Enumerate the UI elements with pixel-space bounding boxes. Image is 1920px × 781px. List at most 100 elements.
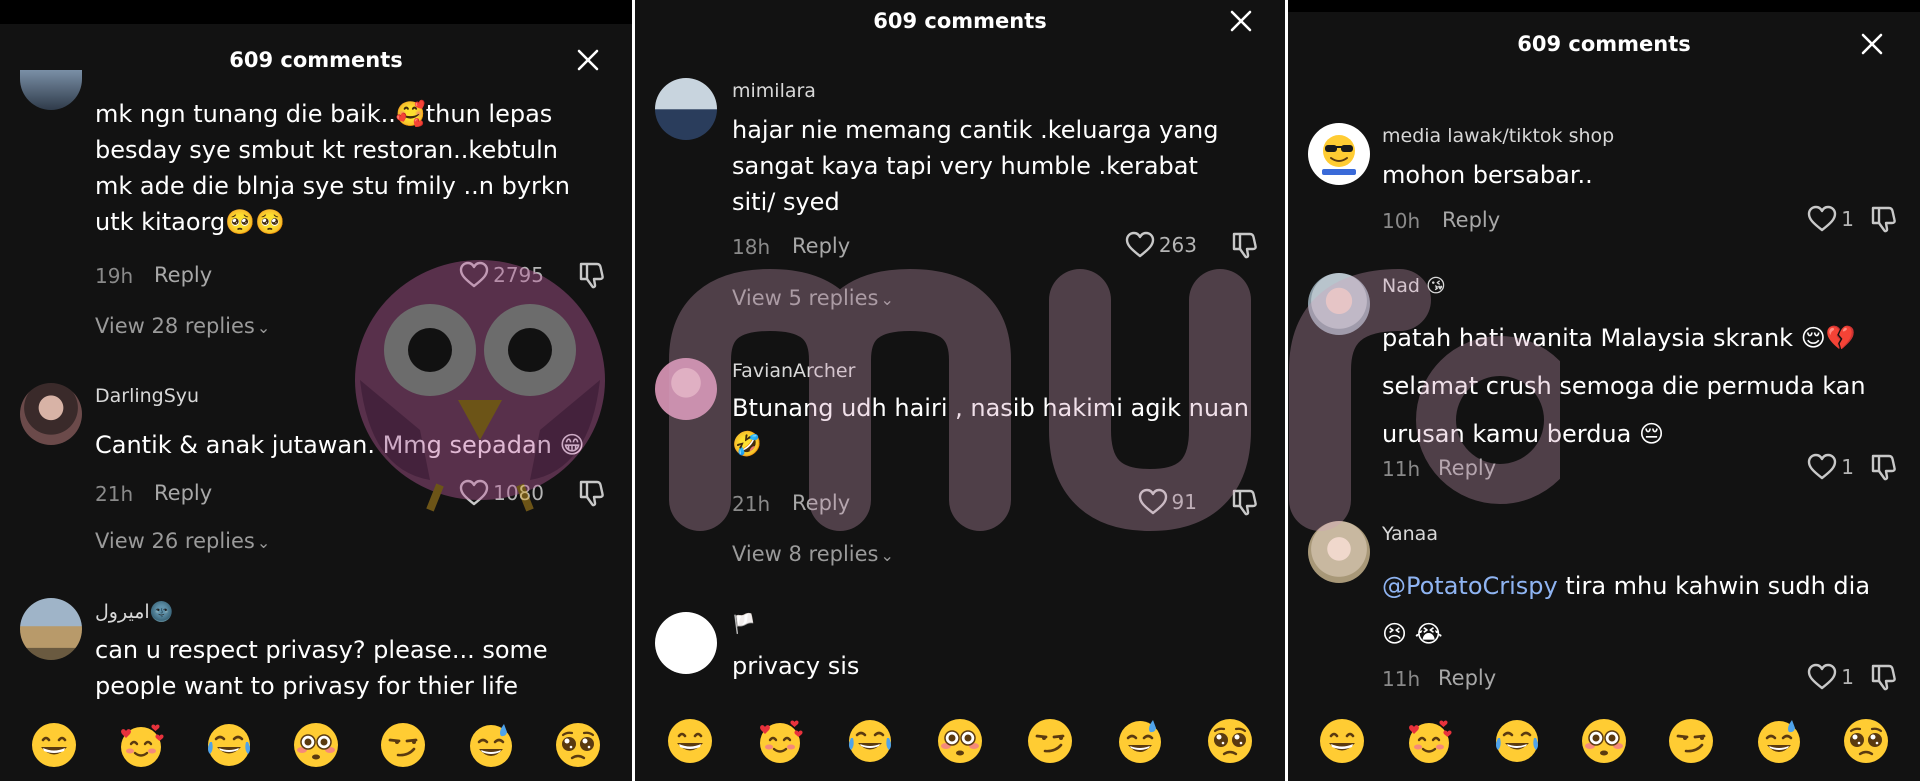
emoji-sweat-smile-icon[interactable] xyxy=(1754,716,1804,766)
emoji-flushed-icon[interactable] xyxy=(291,720,341,770)
username[interactable]: 🏳️ xyxy=(732,612,756,635)
emoji-pleading-icon[interactable] xyxy=(1841,716,1891,766)
reply-button[interactable]: Reply xyxy=(154,263,212,287)
username[interactable]: Yanaa xyxy=(1382,523,1438,545)
reply-button[interactable]: Reply xyxy=(792,234,850,258)
dislike-icon[interactable] xyxy=(1868,662,1898,692)
dislike-icon[interactable] xyxy=(1229,230,1259,260)
comments-header: 609 comments xyxy=(1288,24,1920,64)
view-replies-button[interactable]: View 5 replies ⌄ xyxy=(732,286,894,310)
comment-text: hajar nie memang cantik .keluarga yang s… xyxy=(732,116,1219,216)
like-button[interactable]: 91 xyxy=(1138,487,1197,517)
header-title: 609 comments xyxy=(229,48,403,72)
username[interactable]: Nad 😘 xyxy=(1382,275,1446,297)
heart-icon xyxy=(1125,231,1155,259)
comment-text: @PotatoCrispy tira mhu kahwin sudh dia😣 … xyxy=(1382,562,1880,658)
emoji-smiling-hearts-icon[interactable] xyxy=(116,720,166,770)
heart-icon xyxy=(1807,663,1837,691)
view-replies-label: View 5 replies xyxy=(732,286,879,310)
emoji-flushed-icon[interactable] xyxy=(935,716,985,766)
comment-text: patah hati wanita Malaysia skrank 😌💔 sel… xyxy=(1382,324,1866,448)
avatar[interactable] xyxy=(655,78,717,140)
emoji-sweat-smile-icon[interactable] xyxy=(1115,716,1165,766)
close-button[interactable] xyxy=(574,46,602,74)
avatar[interactable] xyxy=(655,612,717,674)
close-button[interactable] xyxy=(1227,7,1255,35)
comments-header: 609 comments xyxy=(635,1,1285,41)
reply-button[interactable]: Reply xyxy=(154,481,212,505)
reply-button[interactable]: Reply xyxy=(1438,666,1496,690)
view-replies-label: View 8 replies xyxy=(732,542,879,566)
emoji-flushed-icon[interactable] xyxy=(1579,716,1629,766)
like-count: 263 xyxy=(1158,233,1197,257)
comments-panel-2: 609 comments mimilara hajar nie memang c… xyxy=(635,0,1285,781)
mention-link[interactable]: @PotatoCrispy xyxy=(1382,572,1558,600)
emoji-sweat-smile-icon[interactable] xyxy=(466,720,516,770)
like-button[interactable]: 263 xyxy=(1125,230,1197,260)
comment-text: Cantik & anak jutawan. Mmg sepadan 😁 xyxy=(95,431,585,459)
view-replies-button[interactable]: View 8 replies ⌄ xyxy=(732,542,894,566)
emoji-smirking-icon[interactable] xyxy=(1666,716,1716,766)
comment-text: mohon bersabar.. xyxy=(1382,161,1593,189)
username[interactable]: DarlingSyu xyxy=(95,385,199,407)
emoji-grinning-icon[interactable] xyxy=(29,720,79,770)
emoji-smiling-hearts-icon[interactable] xyxy=(755,716,805,766)
like-count: 1080 xyxy=(493,481,544,505)
heart-icon xyxy=(1807,205,1837,233)
dislike-icon[interactable] xyxy=(1868,204,1898,234)
avatar[interactable] xyxy=(1308,521,1370,583)
emoji-smiling-hearts-icon[interactable] xyxy=(1404,716,1454,766)
emoji-pleading-icon[interactable] xyxy=(1205,716,1255,766)
avatar[interactable] xyxy=(655,358,717,420)
reply-button[interactable]: Reply xyxy=(1438,456,1496,480)
comment-time: 19h xyxy=(95,264,134,288)
reply-button[interactable]: Reply xyxy=(792,491,850,515)
username[interactable]: mimilara xyxy=(732,80,816,102)
view-replies-button[interactable]: View 28 replies ⌄ xyxy=(95,314,270,338)
comment-time: 18h xyxy=(732,235,771,259)
like-button[interactable]: 1 xyxy=(1807,452,1854,482)
avatar[interactable] xyxy=(1308,123,1370,185)
dislike-icon[interactable] xyxy=(1229,487,1259,517)
emoji-bar xyxy=(1288,709,1920,773)
comment-time: 21h xyxy=(732,492,771,516)
avatar[interactable] xyxy=(1308,273,1370,335)
emoji-pleading-icon[interactable] xyxy=(553,720,603,770)
username[interactable]: اميرول🌚 xyxy=(95,600,173,623)
like-button[interactable]: 1080 xyxy=(459,478,544,508)
avatar[interactable] xyxy=(20,383,82,445)
view-replies-button[interactable]: View 26 replies ⌄ xyxy=(95,529,270,553)
like-button[interactable]: 2795 xyxy=(459,260,544,290)
close-icon xyxy=(1227,7,1255,35)
emoji-tears-of-joy-icon[interactable] xyxy=(1492,716,1542,766)
heart-icon xyxy=(1807,453,1837,481)
comment-time: 11h xyxy=(1382,667,1421,691)
emoji-tears-of-joy-icon[interactable] xyxy=(204,720,254,770)
emoji-tears-of-joy-icon[interactable] xyxy=(845,716,895,766)
emoji-grinning-icon[interactable] xyxy=(665,716,715,766)
emoji-smirking-icon[interactable] xyxy=(1025,716,1075,766)
like-count: 91 xyxy=(1171,490,1197,514)
chevron-down-icon: ⌄ xyxy=(880,546,894,565)
avatar[interactable] xyxy=(20,598,82,660)
emoji-grinning-icon[interactable] xyxy=(1317,716,1367,766)
comment-time: 10h xyxy=(1382,209,1421,233)
close-icon xyxy=(574,46,602,74)
comment-time: 21h xyxy=(95,482,134,506)
top-band xyxy=(1288,0,1920,12)
close-button[interactable] xyxy=(1858,30,1886,58)
emoji-smirking-icon[interactable] xyxy=(378,720,428,770)
dislike-icon[interactable] xyxy=(576,478,606,508)
avatar[interactable] xyxy=(20,70,82,110)
like-count: 1 xyxy=(1841,207,1854,231)
like-button[interactable]: 1 xyxy=(1807,662,1854,692)
heart-icon xyxy=(1138,488,1168,516)
like-button[interactable]: 1 xyxy=(1807,204,1854,234)
dislike-icon[interactable] xyxy=(576,260,606,290)
reply-button[interactable]: Reply xyxy=(1442,208,1500,232)
username[interactable]: media lawak/tiktok shop xyxy=(1382,125,1614,147)
dislike-icon[interactable] xyxy=(1868,452,1898,482)
comment-text: Btunang udh hairi , nasib hakimi agik nu… xyxy=(732,394,1249,458)
header-title: 609 comments xyxy=(873,9,1047,33)
username[interactable]: FavianArcher xyxy=(732,360,855,382)
